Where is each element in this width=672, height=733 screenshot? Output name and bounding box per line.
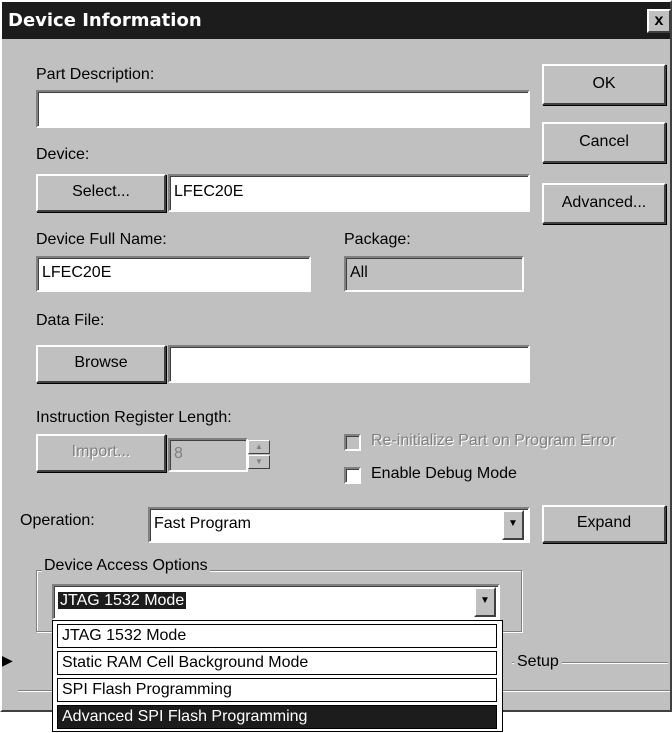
title-bar[interactable]: Device Information x [2,2,671,39]
setup-group-legend: Setup [514,653,562,671]
dropdown-option-highlighted[interactable]: Advanced SPI Flash Programming [57,705,497,729]
device-input[interactable]: LFEC20E [168,174,530,212]
dropdown-option[interactable]: Static RAM Cell Background Mode [57,651,497,675]
advanced-button[interactable]: Advanced... [542,183,666,224]
ir-length-spinner[interactable]: ▲ ▼ [248,440,272,470]
device-information-dialog: Device Information x Part Description: O… [0,0,672,712]
enable-debug-mode-label: Enable Debug Mode [371,465,517,482]
operation-select[interactable]: Fast Program [148,507,530,543]
select-device-button[interactable]: Select... [36,174,166,212]
operation-dropdown-icon[interactable]: ▼ [502,510,524,540]
instruction-register-length-label: Instruction Register Length: [36,409,232,426]
device-full-name-field: LFEC20E [36,256,311,292]
package-field: All [344,256,524,292]
reinitialize-label: Re-initialize Part on Program Error [371,432,616,449]
data-file-label: Data File: [36,312,105,329]
part-description-input[interactable] [36,90,530,128]
device-access-dropdown-list[interactable]: JTAG 1532 Mode Static RAM Cell Backgroun… [52,620,503,732]
spin-down-icon[interactable]: ▼ [248,455,270,469]
dropdown-option[interactable]: SPI Flash Programming [57,678,497,702]
expand-button[interactable]: Expand [542,505,666,543]
operation-label: Operation: [20,512,95,529]
part-description-label: Part Description: [36,66,155,83]
device-access-options-legend: Device Access Options [42,557,210,575]
package-label: Package: [344,231,411,248]
device-access-select[interactable]: JTAG 1532 Mode [52,584,500,620]
device-full-name-label: Device Full Name: [36,231,167,248]
window-title: Device Information [8,10,202,31]
device-label: Device: [36,146,90,163]
spin-up-icon[interactable]: ▲ [248,440,270,454]
ir-length-field[interactable]: 8 [168,438,248,472]
device-access-dropdown-icon[interactable]: ▼ [474,587,496,617]
close-icon[interactable]: x [647,9,671,33]
enable-debug-mode-checkbox[interactable] [344,467,361,484]
cancel-button[interactable]: Cancel [542,122,666,163]
browse-button[interactable]: Browse [36,345,166,383]
device-access-selected-value: JTAG 1532 Mode [58,592,187,609]
dropdown-option[interactable]: JTAG 1532 Mode [57,624,497,648]
data-file-input[interactable] [168,345,530,383]
expand-arrow-icon[interactable]: ▶ [2,652,13,669]
ok-button[interactable]: OK [542,64,666,105]
import-button[interactable]: Import... [36,434,166,472]
reinitialize-checkbox[interactable] [344,434,361,451]
